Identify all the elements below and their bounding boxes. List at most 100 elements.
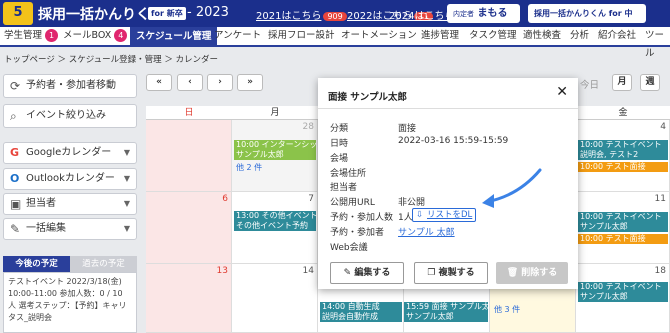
calendar-event[interactable]: 13:00 その他イベント取	[234, 211, 316, 221]
count-badge: 909	[323, 12, 347, 21]
copy-button[interactable]: ❐ 複製する	[414, 262, 488, 284]
participant-link[interactable]: サンプル 太郎	[398, 225, 455, 238]
tab-upcoming[interactable]: 今後の予定	[3, 256, 70, 272]
calendar-event[interactable]: 10:00 テスト面接	[578, 234, 668, 244]
year-link-label: 2021はこちら	[256, 11, 322, 22]
main-nav: 学生管理 1 メールBOX 4 スケジュール管理 アンケート 採用フロー設計 オート…	[0, 27, 670, 59]
nav-badge: 1	[45, 29, 59, 42]
copy-icon: ❐	[427, 268, 439, 278]
nav-item-automation[interactable]: オートメーション	[341, 27, 417, 45]
day-number: 14	[302, 266, 314, 276]
event-filter-button[interactable]: ⌕ イベント絞り込み	[3, 104, 137, 128]
close-icon[interactable]: ✕	[556, 84, 568, 100]
field-label: 担当者	[330, 183, 358, 193]
person-icon: ▣	[10, 197, 22, 211]
chevron-down-icon: ▼	[123, 224, 130, 233]
edit-icon: ✎	[343, 268, 355, 278]
view-week-button[interactable]: 週	[640, 74, 660, 91]
next-month-button[interactable]: ›	[207, 74, 233, 91]
bulk-edit-select[interactable]: ✎ 一括編集 ▼	[3, 218, 137, 240]
field-label: 分類	[330, 124, 349, 134]
field-label: 日時	[330, 139, 349, 149]
day-number: 11	[654, 194, 666, 204]
field-label: 予約・参加人数	[330, 213, 394, 223]
day-number: 4	[660, 122, 666, 132]
view-month-button[interactable]: 月	[612, 74, 632, 91]
google-calendar-select[interactable]: G Googleカレンダー ▼	[3, 142, 137, 164]
refresh-icon: ⟳	[10, 79, 21, 93]
field-value: 2022-03-16 15:59-15:59	[398, 136, 509, 146]
calendar-event[interactable]: サンプル太郎	[404, 312, 488, 322]
schedule-tabs: 今後の予定 過去の予定	[3, 256, 137, 272]
outlook-icon: O	[10, 172, 20, 185]
mamoru-button[interactable]: 内定者 まもるくん	[447, 4, 520, 39]
field-value: 非公開	[398, 198, 426, 208]
logo-sub: for 新卒	[148, 7, 186, 20]
event-filter-label: イベント絞り込み	[26, 110, 106, 121]
calendar-event[interactable]: 14:00 自動生成	[320, 302, 402, 312]
logo-badge: 5	[3, 2, 33, 25]
day-header-sun: 日	[146, 106, 232, 120]
calendar-event[interactable]: 10:00 テスト面接	[578, 162, 668, 172]
google-icon: G	[10, 146, 20, 159]
calendar-event[interactable]: 10:00 テストイベント	[578, 282, 668, 292]
calendar-day-cell[interactable]: 6	[146, 192, 232, 264]
modal-title: 面接 サンプル太郎	[328, 92, 408, 103]
logo-text[interactable]: 採用一括かんりくん	[38, 4, 164, 24]
nav-item-flow[interactable]: 採用フロー設計	[268, 27, 335, 45]
bulk-edit-label: 一括編集	[26, 223, 66, 234]
calendar-event[interactable]: 10:00 インターンシップ	[234, 140, 316, 150]
today-button[interactable]: 今日	[580, 77, 599, 91]
calendar-event[interactable]: サンプル太郎	[578, 222, 668, 232]
more-events-link[interactable]: 他 3 件	[494, 304, 520, 315]
edit-button[interactable]: ✎ 編集する	[330, 262, 404, 284]
outlook-calendar-label: Outlookカレンダー	[26, 173, 115, 184]
day-number: 7	[308, 194, 314, 204]
nav-item-survey[interactable]: アンケート	[214, 27, 261, 45]
calendar-event[interactable]: 説明会自動作成	[320, 312, 402, 322]
calendar-day-cell[interactable]: 14	[232, 264, 318, 333]
calendar-event[interactable]: 10:00 テストイベント	[578, 212, 668, 222]
download-list-label: リストをDL	[427, 210, 473, 220]
prev-year-button[interactable]: «	[146, 74, 172, 91]
nav-item-schedule[interactable]: スケジュール管理	[130, 27, 218, 47]
event-detail-modal: 面接 サンプル太郎 ✕ 分類 面接 日時 2022-03-16 15:59-15…	[318, 78, 578, 289]
more-events-link[interactable]: 他 2 件	[236, 162, 262, 173]
download-list-button[interactable]: ⇩ リストをDL	[412, 208, 476, 222]
nav-item-mailbox[interactable]: メールBOX 4	[63, 27, 128, 45]
calendar-day-cell[interactable]: 13	[146, 264, 232, 333]
calendar-event[interactable]: 10:00 テストイベント	[578, 140, 668, 150]
move-participants-button[interactable]: ⟳ 予約者・参加者移動	[3, 74, 137, 98]
prev-month-button[interactable]: ‹	[177, 74, 203, 91]
calendar-event[interactable]: 説明会, テスト2	[578, 150, 668, 160]
nav-item-tools[interactable]: ツール	[645, 27, 670, 59]
field-value: 面接	[398, 124, 417, 134]
nav-item-progress[interactable]: 進捗管理	[421, 27, 459, 45]
calendar-event[interactable]: その他イベント予約	[234, 221, 316, 231]
nav-item-aptitude[interactable]: 適性検査	[523, 27, 561, 45]
upcoming-schedule-item[interactable]: テストイベント 2022/3/18(金) 10:00-11:00 参加人数：0 …	[3, 272, 137, 333]
year-link-2024[interactable]: 2024はこちら	[386, 7, 454, 22]
day-header-mon: 月	[232, 106, 318, 120]
calendar-event[interactable]: 15:59 面接 サンプル太郎	[404, 302, 488, 312]
assignee-select[interactable]: ▣ 担当者 ▼	[3, 193, 137, 215]
chevron-down-icon: ▼	[123, 199, 130, 208]
nav-item-tasks[interactable]: タスク管理	[469, 27, 517, 45]
field-value: 1人	[398, 213, 413, 223]
chevron-down-icon: ▼	[123, 174, 130, 183]
next-year-button[interactable]: »	[237, 74, 263, 91]
google-calendar-label: Googleカレンダー	[26, 147, 112, 158]
calendar-day-cell[interactable]	[146, 120, 232, 192]
delete-button[interactable]: 🗑 削除する	[496, 262, 568, 284]
calendar-event[interactable]: サンプル太郎	[578, 292, 668, 302]
nav-item-analysis[interactable]: 分析	[570, 27, 589, 45]
nav-item-students[interactable]: 学生管理 1	[4, 27, 59, 45]
tab-past[interactable]: 過去の予定	[70, 256, 137, 272]
chuto-button[interactable]: 採用一括かんりくん for 中途	[528, 4, 646, 37]
year-link-2021[interactable]: 2021はこちら 909	[256, 7, 347, 22]
calendar-event[interactable]: サンプル太郎	[234, 150, 316, 160]
copy-label: 複製する	[438, 268, 475, 278]
delete-label: 削除する	[521, 268, 558, 278]
outlook-calendar-select[interactable]: O Outlookカレンダー ▼	[3, 168, 137, 190]
nav-item-agency[interactable]: 紹介会社	[598, 27, 636, 45]
